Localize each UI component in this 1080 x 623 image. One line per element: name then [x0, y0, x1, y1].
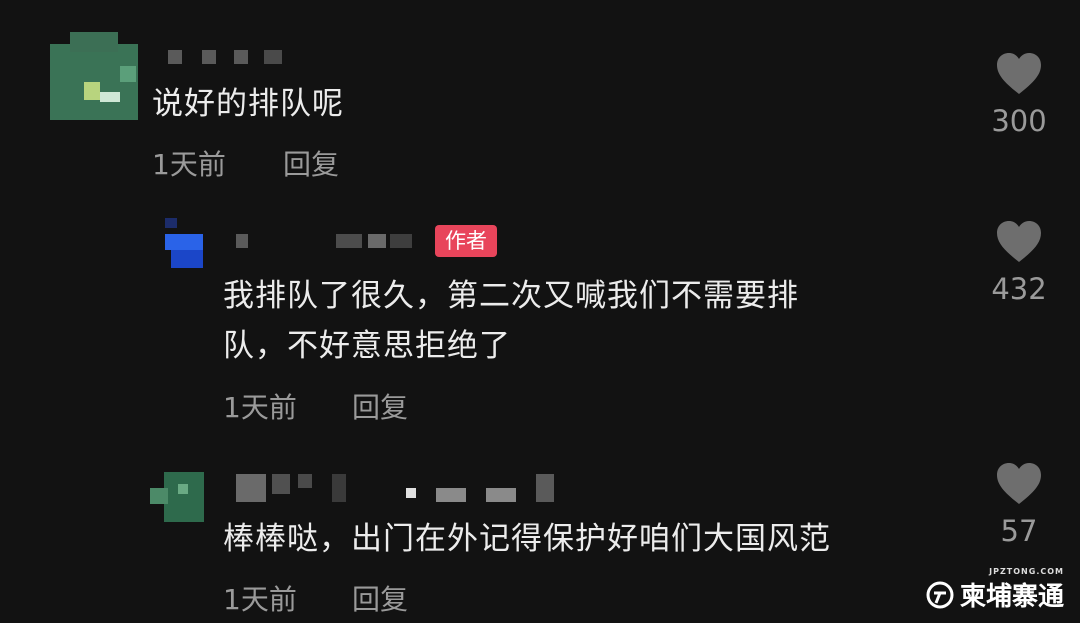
like-button[interactable]: 432 [974, 220, 1064, 306]
heart-icon [997, 463, 1041, 504]
reply-button[interactable]: 回复 [352, 583, 408, 617]
avatar[interactable] [50, 32, 138, 120]
comment-time: 1天前 [152, 148, 226, 181]
like-button[interactable]: 57 [974, 462, 1064, 548]
author-badge: 作者 [435, 225, 497, 257]
like-count: 300 [991, 104, 1047, 138]
username-blurred[interactable] [236, 474, 556, 504]
heart-icon [997, 221, 1041, 262]
comment-time: 1天前 [223, 391, 297, 424]
username-blurred[interactable] [236, 234, 416, 248]
avatar[interactable] [150, 472, 204, 522]
like-button[interactable]: 300 [974, 52, 1064, 138]
comment-text-line-1: 我排队了很久，第二次又喊我们不需要排 [223, 278, 799, 314]
brand-logo-icon [926, 581, 954, 608]
watermark-url: JPZTONG.COM [989, 567, 1064, 576]
watermark-brand: 柬埔寨通 [959, 582, 1064, 612]
reply-button[interactable]: 回复 [283, 148, 339, 182]
comment-time: 1天前 [223, 583, 297, 616]
like-count: 432 [991, 272, 1047, 306]
avatar[interactable] [165, 218, 203, 268]
username-blurred[interactable] [168, 50, 288, 64]
reply-button[interactable]: 回复 [352, 391, 408, 425]
heart-icon [997, 53, 1041, 94]
watermark-logo: JPZTONG.COM 柬埔寨通 [926, 567, 1064, 613]
comment-text: 说好的排队呢 [152, 86, 344, 122]
comment-text-line-2: 队，不好意思拒绝了 [223, 328, 511, 364]
comment-text: 棒棒哒，出门在外记得保护好咱们大国风范 [223, 521, 831, 557]
like-count: 57 [1000, 514, 1038, 548]
